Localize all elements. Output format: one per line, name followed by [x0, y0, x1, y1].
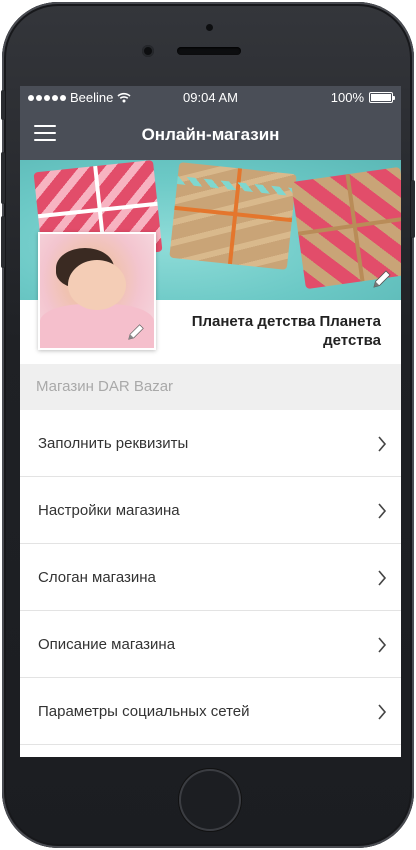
power-button [411, 180, 415, 238]
screen: Beeline 09:04 AM 100% Онлайн-магазин Пла… [20, 86, 401, 757]
chevron-right-icon [378, 503, 387, 519]
volume-down-button [1, 216, 5, 268]
menu-item-social-settings[interactable]: Параметры социальных сетей [20, 678, 401, 745]
menu-item-label: Заполнить реквизиты [38, 434, 189, 452]
menu-item-label: Слоган магазина [38, 568, 156, 586]
menu-item-label: Параметры социальных сетей [38, 702, 250, 720]
phone-frame: Beeline 09:04 AM 100% Онлайн-магазин Пла… [1, 2, 415, 848]
pencil-icon[interactable] [126, 322, 146, 342]
battery-percentage: 100% [330, 90, 364, 105]
mute-switch [1, 90, 5, 120]
menu-item-label: Настройки магазина [38, 501, 180, 519]
earpiece-speaker [177, 47, 241, 55]
home-button[interactable] [179, 769, 241, 831]
menu-item-label: Описание магазина [38, 635, 176, 653]
status-bar: Beeline 09:04 AM 100% [20, 86, 401, 108]
menu-item-slogan[interactable]: Слоган магазина [20, 544, 401, 611]
battery-icon [369, 92, 395, 103]
chevron-right-icon [378, 436, 387, 452]
chevron-right-icon [378, 637, 387, 653]
pencil-icon[interactable] [371, 268, 393, 290]
menu-item-store-settings[interactable]: Настройки магазина [20, 477, 401, 544]
volume-up-button [1, 152, 5, 204]
section-header: Магазин DAR Bazar [20, 364, 401, 410]
proximity-sensor [206, 24, 213, 31]
menu-item-requisites[interactable]: Заполнить реквизиты [20, 410, 401, 477]
shop-avatar[interactable] [38, 232, 156, 350]
page-title: Онлайн-магазин [141, 125, 280, 144]
chevron-right-icon [378, 570, 387, 586]
gift-box-image [169, 162, 297, 270]
navigation-bar: Онлайн-магазин [20, 108, 401, 160]
front-camera [142, 45, 154, 57]
battery-group: 100% [330, 90, 395, 105]
chevron-right-icon [378, 704, 387, 720]
shop-name: Планета детства Планета детства [191, 313, 381, 349]
menu-item-description[interactable]: Описание магазина [20, 611, 401, 678]
settings-menu: Заполнить реквизиты Настройки магазина С… [20, 410, 401, 745]
